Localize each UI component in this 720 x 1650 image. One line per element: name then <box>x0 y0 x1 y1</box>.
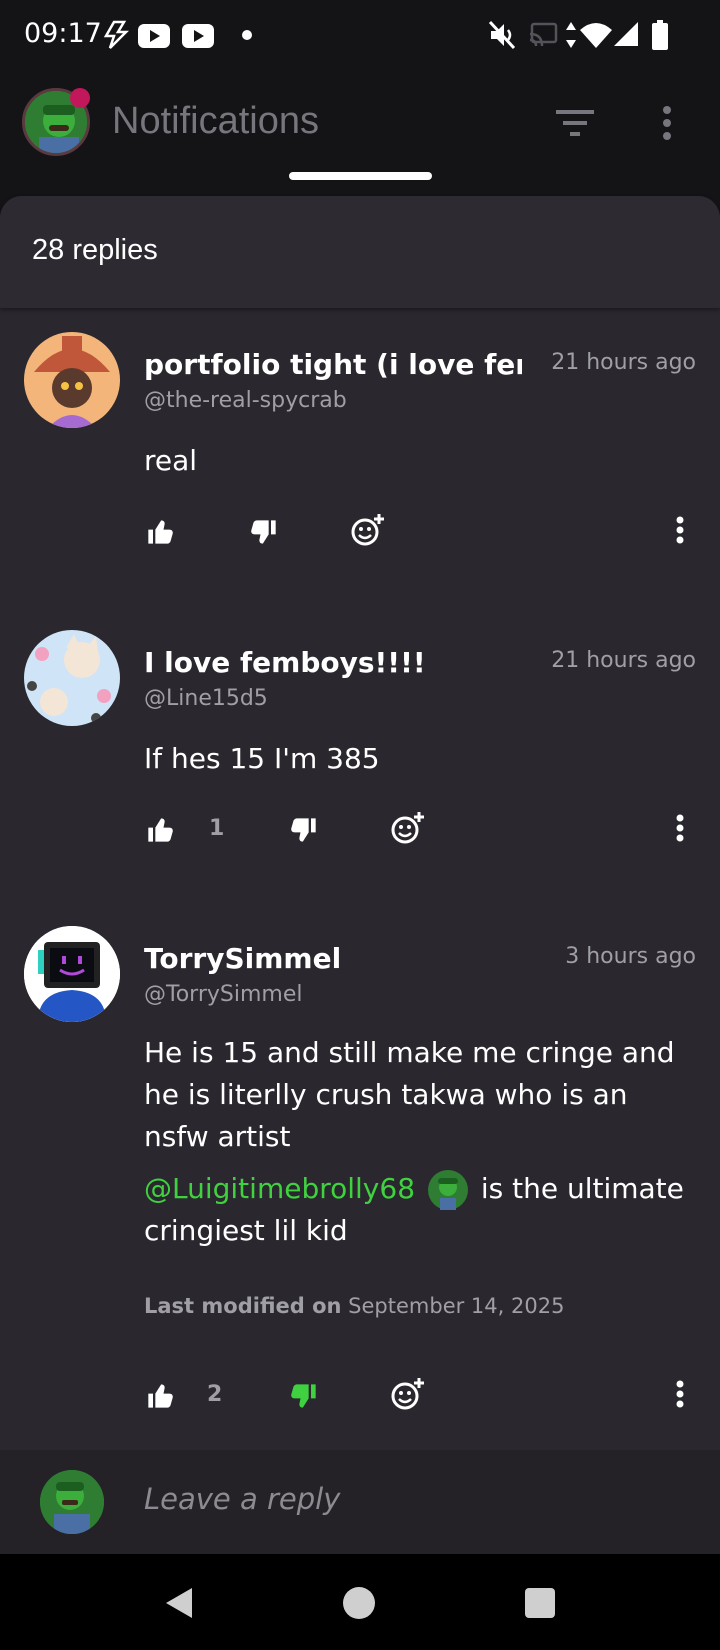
data-arrows-icon <box>566 22 576 48</box>
comment-more-icon[interactable] <box>676 516 684 544</box>
comment-more-icon[interactable] <box>676 1380 684 1408</box>
bolt-icon <box>103 20 130 49</box>
dislike-icon-active[interactable] <box>290 1382 318 1410</box>
like-icon[interactable] <box>146 518 174 546</box>
commenter-handle[interactable]: @TorrySimmel <box>144 982 302 1007</box>
comment-item: TorrySimmel @TorrySimmel 3 hours ago He … <box>0 926 720 1426</box>
commenter-handle[interactable]: @the-real-spycrab <box>144 388 347 413</box>
signal-icon <box>614 22 638 46</box>
comment-item: I love femboys!!!! @Line15d5 21 hours ag… <box>0 630 720 910</box>
dislike-icon[interactable] <box>290 816 318 844</box>
mention-avatar <box>427 1170 468 1210</box>
add-reaction-icon[interactable] <box>390 1376 426 1412</box>
last-modified-label: Last modified on <box>144 1294 342 1318</box>
page-title: Notifications <box>112 100 319 142</box>
comment-body: real <box>144 444 198 477</box>
replies-sheet: 28 replies portfolio tight (i love femb … <box>0 196 720 1554</box>
last-modified-date: September 14, 2025 <box>348 1294 565 1318</box>
youtube-icon-2 <box>182 24 214 48</box>
comment-body: If hes 15 I'm 385 <box>144 742 380 775</box>
comment-time: 21 hours ago <box>551 350 696 375</box>
like-icon[interactable] <box>146 816 174 844</box>
commenter-avatar[interactable] <box>24 630 120 726</box>
status-time: 09:17 <box>24 18 102 49</box>
like-count: 2 <box>207 1382 223 1407</box>
reply-bar <box>0 1450 720 1554</box>
reply-input[interactable] <box>144 1482 664 1516</box>
battery-icon <box>652 20 668 50</box>
home-nav-icon[interactable] <box>342 1586 376 1620</box>
dot-icon <box>242 30 252 40</box>
add-reaction-icon[interactable] <box>390 810 426 846</box>
back-nav-icon[interactable] <box>164 1586 194 1620</box>
commenter-avatar[interactable] <box>24 926 120 1022</box>
like-icon[interactable] <box>146 1382 174 1410</box>
cast-icon <box>529 22 558 47</box>
commenter-name[interactable]: I love femboys!!!! <box>144 646 426 679</box>
comment-more-icon[interactable] <box>676 814 684 842</box>
replies-count: 28 replies <box>32 234 158 266</box>
status-bar: 09:17 <box>0 0 720 72</box>
filter-icon[interactable] <box>556 108 594 138</box>
mute-icon <box>488 20 516 50</box>
commenter-handle[interactable]: @Line15d5 <box>144 686 268 711</box>
last-modified: Last modified on September 14, 2025 <box>144 1294 564 1318</box>
wifi-icon <box>580 23 612 48</box>
commenter-name[interactable]: TorrySimmel <box>144 942 341 975</box>
comment-item: portfolio tight (i love femb @the-real-s… <box>0 332 720 612</box>
comment-body-continued: @Luigitimebrolly68 is the ultimate cring… <box>144 1168 704 1252</box>
sheet-drag-handle[interactable] <box>289 172 432 180</box>
more-options-icon[interactable] <box>662 106 672 140</box>
recents-nav-icon[interactable] <box>524 1587 556 1619</box>
notification-dot <box>70 88 90 108</box>
reply-user-avatar <box>40 1470 104 1534</box>
comment-time: 21 hours ago <box>551 648 696 673</box>
comment-body: He is 15 and still make me cringe and he… <box>144 1036 675 1153</box>
like-count: 1 <box>209 816 225 841</box>
youtube-icon <box>138 24 170 48</box>
user-mention[interactable]: @Luigitimebrolly68 <box>144 1172 415 1205</box>
sheet-header: 28 replies <box>0 196 720 308</box>
dislike-icon[interactable] <box>250 518 278 546</box>
commenter-name[interactable]: portfolio tight (i love femb <box>144 348 522 381</box>
commenter-avatar[interactable] <box>24 332 120 428</box>
add-reaction-icon[interactable] <box>350 512 386 548</box>
system-nav-bar <box>0 1554 720 1650</box>
app-header: Notifications <box>0 72 720 182</box>
comment-time: 3 hours ago <box>565 944 696 969</box>
